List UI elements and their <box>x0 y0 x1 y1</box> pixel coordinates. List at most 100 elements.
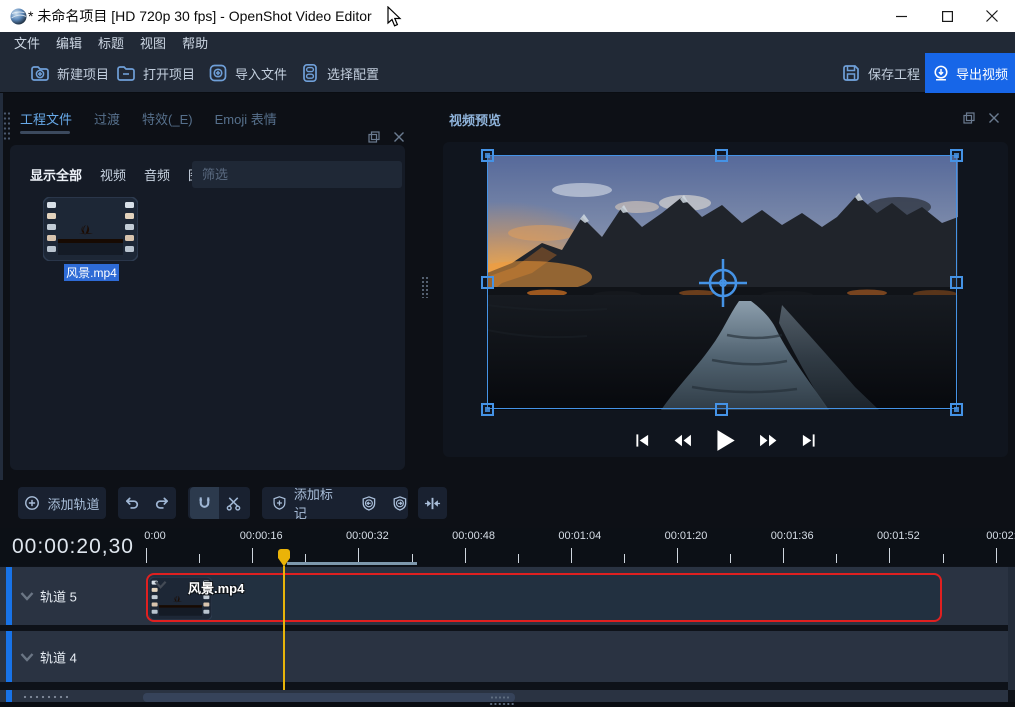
ruler-tick-major <box>252 548 253 563</box>
open-project-button[interactable]: 打开项目 <box>116 53 195 93</box>
menu-title[interactable]: 标题 <box>98 33 124 52</box>
float-panel-icon[interactable] <box>963 112 975 124</box>
rewind-button[interactable] <box>673 433 692 448</box>
resize-handle-mid-right[interactable] <box>950 276 963 289</box>
file-item[interactable]: 风景.mp4 <box>33 197 148 287</box>
track-collapse-chevron[interactable] <box>20 652 34 661</box>
ruler-tick-major <box>146 548 147 563</box>
close-panel-icon[interactable] <box>393 131 405 143</box>
filter-input[interactable] <box>192 161 402 188</box>
playhead-line[interactable] <box>283 566 285 690</box>
previous-marker-button[interactable] <box>361 495 377 512</box>
open-project-icon <box>116 63 136 83</box>
ruler-label: 00:01:52 <box>877 530 920 542</box>
center-playhead-button[interactable] <box>418 487 447 519</box>
tab-transitions[interactable]: 过渡 <box>94 109 120 128</box>
maximize-button[interactable] <box>924 0 970 32</box>
tracks-area: 轨道 5 风景.mp4 轨道 4 <box>0 566 1015 707</box>
window-title: * 未命名项目 [HD 720p 30 fps] - OpenShot Vide… <box>28 6 372 26</box>
tab-effects[interactable]: 特效(_E) <box>142 109 193 128</box>
ruler-scale[interactable]: 0:0000:00:1600:00:3200:00:4800:01:0400:0… <box>0 528 1015 566</box>
ruler-tick-minor <box>624 554 625 563</box>
cache-indicator <box>287 562 417 565</box>
horizontal-scrollbar-thumb[interactable] <box>143 693 515 702</box>
add-track-button[interactable]: 添加轨道 <box>18 487 106 519</box>
timeline-ruler[interactable]: 00:00:20,30 0:0000:00:1600:00:3200:00:48… <box>0 528 1015 566</box>
tab-emoji[interactable]: Emoji 表情 <box>215 109 277 128</box>
tab-project-files[interactable]: 工程文件 <box>20 109 72 128</box>
close-panel-icon[interactable] <box>988 112 1000 124</box>
preview-panel-title: 视频预览 <box>449 110 501 129</box>
import-files-button[interactable]: 导入文件 <box>208 53 287 93</box>
import-files-icon <box>208 63 228 83</box>
save-project-button[interactable]: 保存工程 <box>841 53 920 93</box>
razor-tool-button[interactable] <box>219 487 248 519</box>
transform-crosshair[interactable] <box>695 255 751 311</box>
save-icon <box>841 63 861 83</box>
track-name: 轨道 4 <box>40 647 77 666</box>
next-marker-button[interactable] <box>392 495 408 512</box>
marker-group: 添加标记 <box>262 487 408 519</box>
scrollbar-grip <box>490 696 510 699</box>
magnet-icon <box>196 495 213 512</box>
openshot-window: * 未命名项目 [HD 720p 30 fps] - OpenShot Vide… <box>0 0 1015 707</box>
track-row-5: 轨道 5 风景.mp4 <box>0 567 1008 625</box>
ruler-label: 00:02:0 <box>986 530 1015 542</box>
resize-grip[interactable] <box>489 702 515 706</box>
play-button[interactable] <box>715 429 736 452</box>
jump-end-button[interactable] <box>801 433 816 448</box>
file-filters: 显示全部 视频 音频 图像 <box>30 161 214 188</box>
undo-icon <box>124 496 141 511</box>
resize-handle-top-right[interactable] <box>950 149 963 162</box>
preview-panel-controls <box>963 112 1000 124</box>
ruler-tick-major <box>996 548 997 563</box>
resize-handle-bottom-center[interactable] <box>715 403 728 416</box>
minimize-button[interactable] <box>878 0 924 32</box>
transport-controls <box>443 424 1008 456</box>
undo-button[interactable] <box>118 487 147 519</box>
vertical-scrollbar[interactable] <box>1008 567 1015 690</box>
jump-start-button[interactable] <box>635 433 650 448</box>
files-panel-controls <box>368 131 405 143</box>
new-project-icon <box>30 63 50 83</box>
choose-profile-button[interactable]: 选择配置 <box>300 53 379 93</box>
snapping-toggle-button[interactable] <box>190 487 219 519</box>
titlebar[interactable]: * 未命名项目 [HD 720p 30 fps] - OpenShot Vide… <box>0 0 1015 32</box>
ruler-tick-minor <box>943 554 944 563</box>
track-color-bar <box>6 690 12 702</box>
filter-video[interactable]: 视频 <box>100 165 126 184</box>
ruler-tick-minor <box>836 554 837 563</box>
resize-handle-top-left[interactable] <box>481 149 494 162</box>
clip-menu-chevron[interactable] <box>154 580 167 589</box>
close-button[interactable] <box>969 0 1015 32</box>
track-collapse-chevron[interactable] <box>20 592 34 601</box>
fast-forward-button[interactable] <box>759 433 778 448</box>
ruler-label: 00:01:20 <box>665 530 708 542</box>
float-panel-icon[interactable] <box>368 131 380 143</box>
redo-button[interactable] <box>147 487 176 519</box>
menu-view[interactable]: 视图 <box>140 33 166 52</box>
active-tab-indicator <box>20 131 70 134</box>
menu-file[interactable]: 文件 <box>14 33 40 52</box>
resize-handle-bottom-left[interactable] <box>481 403 494 416</box>
new-project-label: 新建项目 <box>57 64 109 83</box>
panel-splitter-handle[interactable] <box>421 276 428 298</box>
resize-handle-top-center[interactable] <box>715 149 728 162</box>
track-row-4: 轨道 4 <box>0 631 1008 682</box>
filter-show-all[interactable]: 显示全部 <box>30 165 82 184</box>
choose-profile-label: 选择配置 <box>327 64 379 83</box>
add-marker-label[interactable]: 添加标记 <box>294 484 342 522</box>
filter-audio[interactable]: 音频 <box>144 165 170 184</box>
menu-help[interactable]: 帮助 <box>182 33 208 52</box>
menu-edit[interactable]: 编辑 <box>56 33 82 52</box>
new-project-button[interactable]: 新建项目 <box>30 53 109 93</box>
ruler-label: 00:01:04 <box>558 530 601 542</box>
open-project-label: 打开项目 <box>143 64 195 83</box>
add-marker-icon[interactable] <box>272 495 287 511</box>
playhead-marker[interactable] <box>276 548 292 567</box>
resize-handle-bottom-right[interactable] <box>950 403 963 416</box>
export-video-button[interactable]: 导出视频 <box>925 53 1015 93</box>
timeline-clip[interactable]: 风景.mp4 <box>146 573 942 622</box>
add-track-icon <box>24 495 40 511</box>
resize-handle-mid-left[interactable] <box>481 276 494 289</box>
